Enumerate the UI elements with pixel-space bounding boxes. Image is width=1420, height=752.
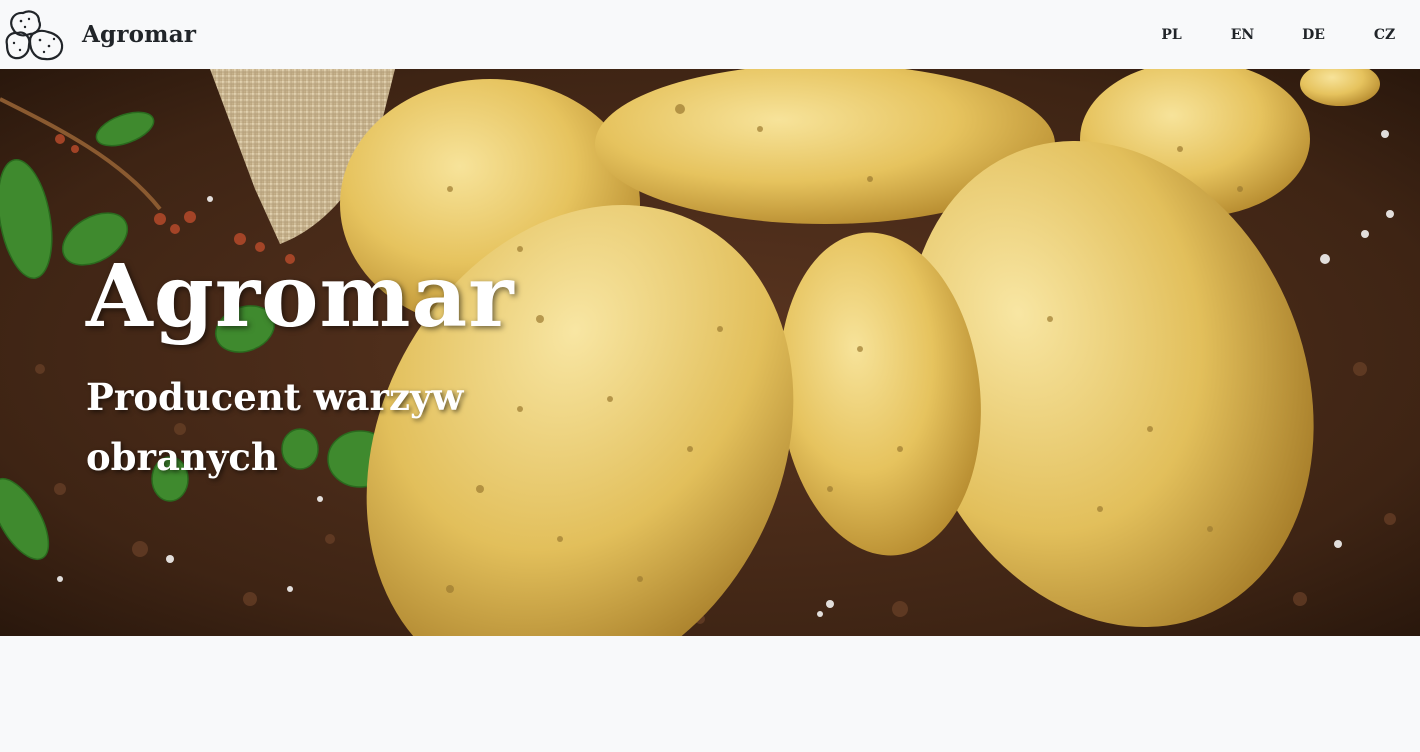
hero-banner: Agromar Producent warzyw obranych — [0, 69, 1420, 636]
lang-link-de[interactable]: DE — [1278, 27, 1349, 43]
brand-name: Agromar — [82, 21, 197, 48]
hero-potatoes-image — [0, 69, 1420, 636]
hero-subtitle: Producent warzyw obranych — [86, 375, 464, 479]
lang-link-en[interactable]: EN — [1207, 27, 1278, 43]
potatoes-logo-icon — [4, 7, 66, 63]
lang-link-cz[interactable]: CZ — [1349, 27, 1420, 43]
language-switcher: PL EN DE CZ — [1136, 0, 1420, 69]
brand-link[interactable]: Agromar — [4, 7, 196, 63]
navbar: Agromar PL EN DE CZ — [0, 0, 1420, 69]
lang-link-pl[interactable]: PL — [1136, 27, 1207, 43]
hero-title: Agromar — [86, 246, 515, 347]
